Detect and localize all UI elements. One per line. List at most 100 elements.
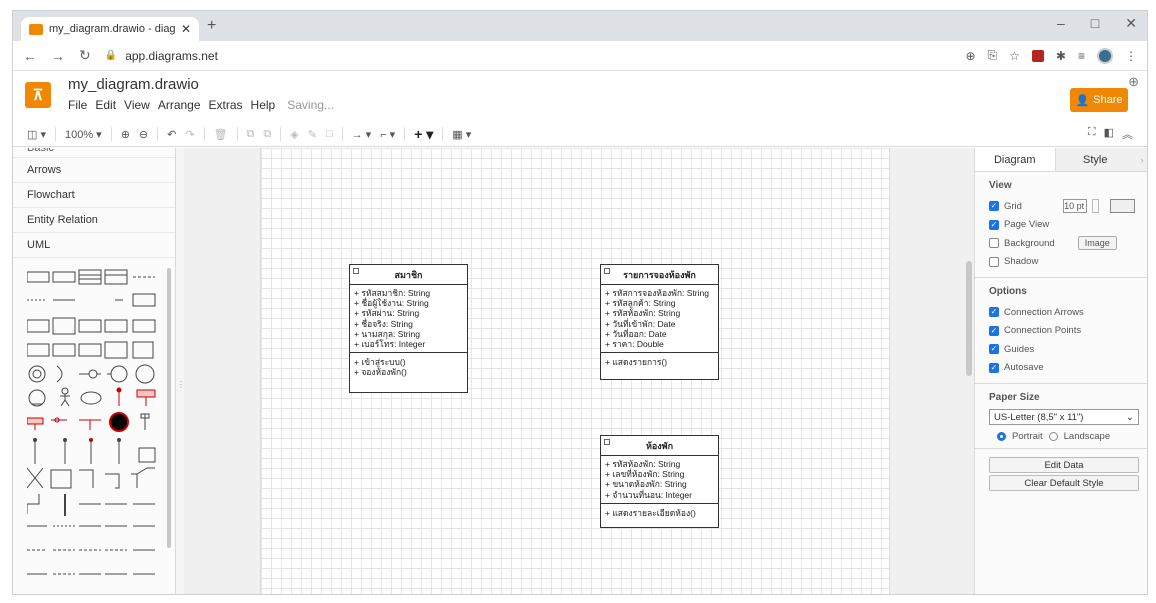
language-globe-icon[interactable]: ⊕	[1128, 74, 1139, 90]
format-panel-toggle-icon[interactable]: ◫ ▾	[27, 128, 46, 141]
browser-tab[interactable]: my_diagram.drawio - diagrams.n ✕	[21, 17, 199, 41]
save-status: Saving...	[287, 98, 334, 112]
share-button[interactable]: 👤 Share	[1070, 88, 1128, 112]
grid-color-swatch[interactable]	[1109, 199, 1136, 214]
zoom-in-icon[interactable]: ⊕	[121, 128, 130, 141]
collapse-toggle-icon[interactable]	[604, 439, 610, 445]
diagram-canvas[interactable]: สมาชิก + รหัสสมาชิก: String + ชื่อผู้ใช้…	[184, 148, 974, 594]
minimize-icon[interactable]: –	[1057, 15, 1065, 32]
uml-class-room[interactable]: ห้องพัก + รหัสห้องพัก: String + เลขที่ห้…	[600, 435, 719, 528]
menu-bar: File Edit View Arrange Extras Help Savin…	[68, 98, 334, 112]
collapse-toggle-icon[interactable]	[353, 268, 359, 274]
class-attributes[interactable]: + รหัสห้องพัก: String + เลขที่ห้องพัก: S…	[601, 456, 718, 504]
menu-file[interactable]: File	[68, 98, 87, 112]
class-attributes[interactable]: + รหัสการจองห้องพัก: String + รหัสลูกค้า…	[601, 285, 718, 354]
edit-data-button[interactable]: Edit Data	[989, 457, 1139, 473]
to-back-icon[interactable]: ⧉	[263, 128, 271, 141]
clear-default-style-button[interactable]: Clear Default Style	[989, 475, 1139, 491]
sidebar-category-arrows[interactable]: Arrows	[13, 158, 175, 183]
class-attributes[interactable]: + รหัสสมาชิก: String + ชื่อผู้ใช้งาน: St…	[350, 285, 467, 354]
uml-class-member[interactable]: สมาชิก + รหัสสมาชิก: String + ชื่อผู้ใช้…	[349, 264, 468, 393]
background-label: Background	[1004, 237, 1055, 249]
back-icon[interactable]: ←	[23, 48, 37, 64]
delete-icon[interactable]: 🗑	[214, 128, 228, 141]
table-icon[interactable]: ▦ ▾	[452, 128, 471, 141]
sidebar-collapse-handle[interactable]: ⋮	[176, 148, 185, 594]
class-header[interactable]: รายการจองห้องพัก	[601, 265, 718, 285]
autosave-checkbox[interactable]: ✓	[989, 362, 999, 373]
class-header[interactable]: ห้องพัก	[601, 436, 718, 456]
sidebar-scrollbar[interactable]	[167, 268, 171, 548]
forward-icon[interactable]: →	[51, 48, 65, 64]
paper-size-select[interactable]: US-Letter (8,5" x 11") ⌄	[989, 409, 1139, 425]
connection-icon[interactable]: → ▾	[352, 128, 372, 141]
canvas-scrollbar[interactable]	[966, 261, 972, 376]
to-front-icon[interactable]: ⧉	[247, 128, 255, 141]
image-button[interactable]: Image	[1077, 236, 1117, 251]
connection-points-checkbox[interactable]: ✓	[989, 325, 999, 336]
class-operations[interactable]: + เข้าสู่ระบบ() + จองห้องพัก()	[350, 353, 467, 381]
shadow-checkbox[interactable]	[989, 256, 999, 267]
menu-view[interactable]: View	[124, 98, 150, 112]
reading-list-icon[interactable]: ≡	[1078, 49, 1085, 63]
browser-menu-icon[interactable]: ⋮	[1125, 49, 1137, 63]
menu-help[interactable]: Help	[251, 98, 276, 112]
format-icon[interactable]: ◧	[1104, 126, 1114, 142]
url-field[interactable]: 🔒 app.diagrams.net	[105, 49, 952, 63]
menu-edit[interactable]: Edit	[95, 98, 116, 112]
toolbar-divider	[442, 127, 444, 141]
tab-diagram[interactable]: Diagram	[975, 148, 1055, 171]
class-header[interactable]: สมาชิก	[350, 265, 467, 285]
class-operations[interactable]: + แสดงรายละเอียดห้อง()	[601, 504, 718, 522]
grid-size-input[interactable]: 10 pt	[1062, 199, 1088, 214]
tab-style[interactable]: Style	[1054, 148, 1135, 171]
paper-size-section: Paper Size US-Letter (8,5" x 11") ⌄ Port…	[975, 384, 1147, 449]
portrait-radio[interactable]	[997, 432, 1006, 441]
bookmark-star-icon[interactable]: ☆	[1009, 49, 1020, 63]
reload-icon[interactable]: ↻	[79, 47, 91, 64]
grid-checkbox[interactable]: ✓	[989, 201, 999, 212]
maximize-icon[interactable]: □	[1091, 15, 1099, 32]
sidebar-category-entity-relation[interactable]: Entity Relation	[13, 208, 175, 233]
menu-extras[interactable]: Extras	[209, 98, 243, 112]
tab-bar: my_diagram.drawio - diagrams.n ✕ + – □ ✕	[13, 11, 1147, 41]
connection-arrows-checkbox[interactable]: ✓	[989, 307, 999, 318]
fullscreen-icon[interactable]: ⛶	[1088, 126, 1096, 142]
sidebar-category-flowchart[interactable]: Flowchart	[13, 183, 175, 208]
waypoints-icon[interactable]: ⌐ ▾	[380, 128, 395, 141]
close-window-icon[interactable]: ✕	[1125, 15, 1137, 32]
insert-icon[interactable]: + ▾	[414, 126, 433, 143]
zoom-select[interactable]: 100% ▾	[65, 128, 102, 141]
close-tab-icon[interactable]: ✕	[181, 22, 191, 36]
redo-icon[interactable]: ↷	[185, 128, 194, 141]
collapse-toolbar-icon[interactable]: ︽	[1122, 126, 1133, 142]
shadow-icon[interactable]: □	[326, 128, 333, 140]
diagram-page[interactable]: สมาชิก + รหัสสมาชิก: String + ชื่อผู้ใช้…	[260, 148, 890, 594]
sidebar-category-basic[interactable]: Basic	[13, 148, 175, 158]
grid-size-spinner[interactable]	[1092, 199, 1099, 214]
document-title[interactable]: my_diagram.drawio	[68, 76, 199, 93]
page-view-checkbox[interactable]: ✓	[989, 219, 999, 230]
landscape-radio[interactable]	[1048, 432, 1058, 441]
guides-checkbox[interactable]: ✓	[989, 344, 999, 355]
collapse-toggle-icon[interactable]	[604, 268, 610, 274]
share-page-icon[interactable]: ⎘	[988, 48, 998, 63]
uml-class-booking[interactable]: รายการจองห้องพัก + รหัสการจองห้องพัก: St…	[600, 264, 719, 380]
class-operations[interactable]: + แสดงรายการ()	[601, 353, 718, 371]
line-color-icon[interactable]: ✎	[308, 128, 317, 141]
new-tab-icon[interactable]: +	[207, 17, 216, 35]
profile-avatar[interactable]	[1097, 47, 1113, 64]
add-icon[interactable]: ⊕	[965, 49, 975, 63]
sidebar-category-uml[interactable]: UML	[13, 233, 175, 258]
fill-color-icon[interactable]: ◈	[290, 128, 298, 141]
tab-scroll-icon[interactable]: ›	[1135, 148, 1147, 171]
pdf-extension-icon[interactable]	[1031, 49, 1044, 62]
format-tabs: Diagram Style ›	[975, 148, 1147, 172]
background-checkbox[interactable]	[989, 238, 999, 249]
uml-shape-palette[interactable]	[27, 268, 159, 588]
extensions-puzzle-icon[interactable]: ✱	[1056, 49, 1066, 63]
zoom-out-icon[interactable]: ⊖	[139, 128, 148, 141]
undo-icon[interactable]: ↶	[167, 128, 176, 141]
menu-arrange[interactable]: Arrange	[158, 98, 201, 112]
landscape-label: Landscape	[1063, 431, 1111, 442]
